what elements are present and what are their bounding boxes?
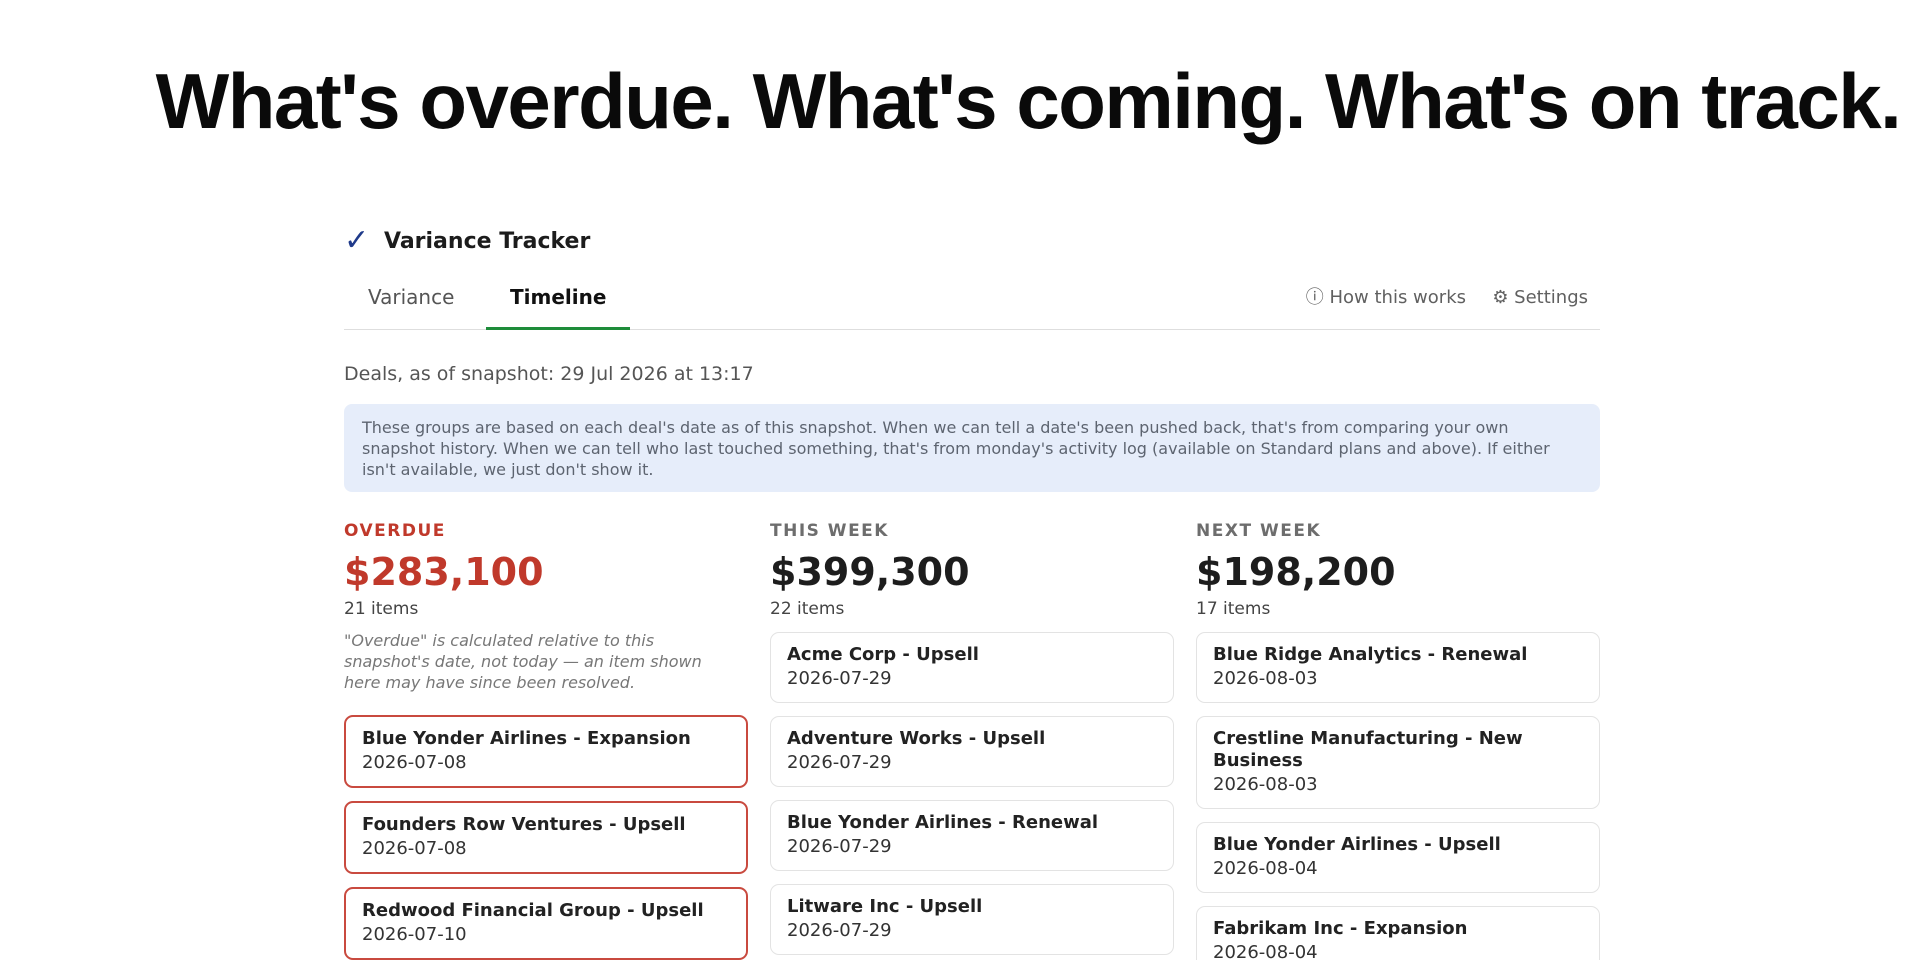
- deal-card[interactable]: Crestline Manufacturing - New Business 2…: [1196, 716, 1600, 809]
- deal-title: Litware Inc - Upsell: [787, 896, 983, 917]
- deal-title: Founders Row Ventures - Upsell: [362, 814, 686, 835]
- overdue-label: OVERDUE: [344, 521, 446, 541]
- app-header: ✓ Variance Tracker: [344, 220, 1600, 262]
- deal-date: 2026-07-08: [362, 838, 467, 859]
- deal-date: 2026-07-29: [787, 920, 892, 941]
- deal-title: Acme Corp - Upsell: [787, 644, 979, 665]
- tab-bar: Variance Timeline ⓘ How this works ⚙ Set…: [344, 282, 1600, 330]
- marketing-headline: What's overdue. What's coming. What's on…: [155, 57, 1902, 145]
- deal-card[interactable]: Founders Row Ventures - Upsell 2026-07-0…: [344, 801, 748, 874]
- tab-variance[interactable]: Variance: [344, 282, 478, 330]
- deal-title: Redwood Financial Group - Upsell: [362, 900, 704, 921]
- deal-card[interactable]: Redwood Financial Group - Upsell 2026-07…: [344, 887, 748, 960]
- next-week-total: $198,200: [1196, 550, 1396, 594]
- deal-date: 2026-07-29: [787, 668, 892, 689]
- deal-card[interactable]: Fabrikam Inc - Expansion 2026-08-04: [1196, 906, 1600, 960]
- next-week-column: NEXT WEEK $198,200 17 items Blue Ridge A…: [1196, 520, 1600, 960]
- next-week-label: NEXT WEEK: [1196, 521, 1322, 541]
- deal-date: 2026-07-29: [787, 836, 892, 857]
- how-this-works-link[interactable]: ⓘ How this works: [1306, 286, 1466, 310]
- deal-date: 2026-07-08: [362, 752, 467, 773]
- deal-title: Blue Yonder Airlines - Renewal: [787, 812, 1099, 833]
- overdue-total: $283,100: [344, 550, 544, 594]
- deal-title: Fabrikam Inc - Expansion: [1213, 918, 1468, 939]
- variance-tracker-app: ✓ Variance Tracker Variance Timeline ⓘ H…: [344, 220, 1600, 960]
- deal-title: Crestline Manufacturing - New Business: [1213, 728, 1523, 771]
- check-icon: ✓: [344, 222, 370, 258]
- deal-date: 2026-08-04: [1213, 942, 1318, 960]
- deal-date: 2026-08-03: [1213, 774, 1318, 795]
- snapshot-caption: Deals, as of snapshot: 29 Jul 2026 at 13…: [344, 363, 754, 385]
- this-week-card-list: Acme Corp - Upsell 2026-07-29 Adventure …: [770, 632, 1174, 955]
- timeline-columns: OVERDUE $283,100 21 items "Overdue" is c…: [344, 520, 1600, 960]
- next-week-count: 17 items: [1196, 599, 1271, 619]
- deal-card[interactable]: Acme Corp - Upsell 2026-07-29: [770, 632, 1174, 703]
- info-banner: These groups are based on each deal's da…: [344, 404, 1600, 492]
- deal-date: 2026-08-03: [1213, 668, 1318, 689]
- deal-card[interactable]: Adventure Works - Upsell 2026-07-29: [770, 716, 1174, 787]
- overdue-note: "Overdue" is calculated relative to this…: [344, 631, 702, 692]
- deal-title: Blue Yonder Airlines - Expansion: [362, 728, 691, 749]
- overdue-card-list: Blue Yonder Airlines - Expansion 2026-07…: [344, 715, 748, 960]
- deal-title: Blue Ridge Analytics - Renewal: [1213, 644, 1528, 665]
- overdue-column: OVERDUE $283,100 21 items "Overdue" is c…: [344, 520, 748, 960]
- this-week-total: $399,300: [770, 550, 970, 594]
- this-week-column: THIS WEEK $399,300 22 items Acme Corp - …: [770, 520, 1174, 960]
- deal-date: 2026-08-04: [1213, 858, 1318, 879]
- app-title: Variance Tracker: [384, 228, 591, 254]
- deal-card[interactable]: Blue Yonder Airlines - Expansion 2026-07…: [344, 715, 748, 788]
- overdue-count: 21 items: [344, 599, 419, 619]
- deal-card[interactable]: Blue Ridge Analytics - Renewal 2026-08-0…: [1196, 632, 1600, 703]
- deal-card[interactable]: Blue Yonder Airlines - Upsell 2026-08-04: [1196, 822, 1600, 893]
- this-week-count: 22 items: [770, 599, 845, 619]
- deal-title: Blue Yonder Airlines - Upsell: [1213, 834, 1501, 855]
- this-week-label: THIS WEEK: [770, 521, 889, 541]
- deal-date: 2026-07-10: [362, 924, 467, 945]
- deal-card[interactable]: Blue Yonder Airlines - Renewal 2026-07-2…: [770, 800, 1174, 871]
- settings-link[interactable]: ⚙ Settings: [1492, 286, 1588, 310]
- next-week-card-list: Blue Ridge Analytics - Renewal 2026-08-0…: [1196, 632, 1600, 960]
- deal-title: Adventure Works - Upsell: [787, 728, 1046, 749]
- tab-timeline[interactable]: Timeline: [486, 282, 631, 330]
- deal-date: 2026-07-29: [787, 752, 892, 773]
- deal-card[interactable]: Litware Inc - Upsell 2026-07-29: [770, 884, 1174, 955]
